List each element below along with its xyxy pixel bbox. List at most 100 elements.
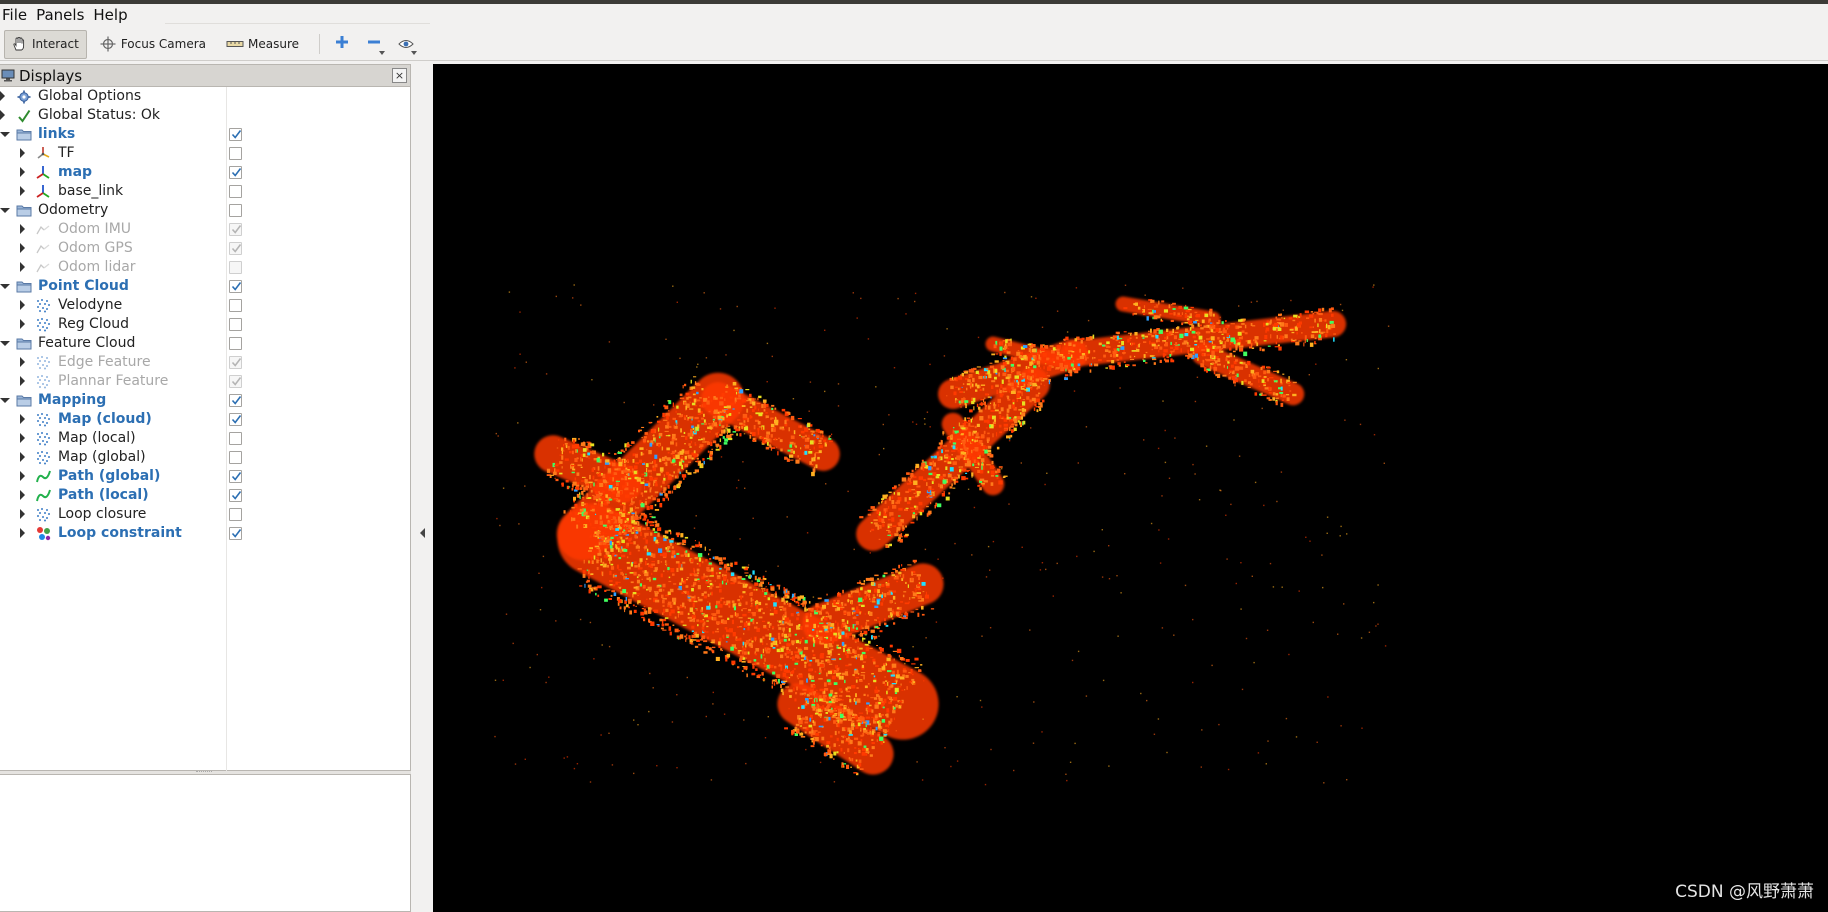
display-enable-checkbox[interactable] xyxy=(229,394,242,407)
expand-right-icon[interactable] xyxy=(20,262,25,272)
display-row-links[interactable]: links xyxy=(0,125,410,144)
display-row-odom-imu[interactable]: Odom IMU xyxy=(0,220,410,239)
display-enable-checkbox[interactable] xyxy=(229,527,242,540)
expand-down-icon[interactable] xyxy=(0,341,10,346)
expand-right-icon[interactable] xyxy=(20,319,25,329)
expand-right-icon[interactable] xyxy=(0,110,5,120)
menu-panels[interactable]: Panels xyxy=(34,6,91,24)
remove-tool-button[interactable] xyxy=(360,30,388,59)
pointcloud-icon xyxy=(35,373,52,390)
expand-right-icon[interactable] xyxy=(20,243,25,253)
display-row-feature-cloud[interactable]: Feature Cloud xyxy=(0,334,410,353)
display-row-odom-gps[interactable]: Odom GPS xyxy=(0,239,410,258)
expand-down-icon[interactable] xyxy=(0,284,10,289)
display-row-velodyne[interactable]: Velodyne xyxy=(0,296,410,315)
expand-right-icon[interactable] xyxy=(20,300,25,310)
3d-viewport[interactable]: CSDN @风野萧萧 xyxy=(433,64,1828,912)
display-enable-checkbox[interactable] xyxy=(229,280,242,293)
menu-file[interactable]: File xyxy=(0,6,34,24)
display-enable-checkbox[interactable] xyxy=(229,413,242,426)
pointcloud-icon xyxy=(35,506,52,523)
display-row-edge-feature[interactable]: Edge Feature xyxy=(0,353,410,372)
display-enable-checkbox[interactable] xyxy=(229,261,242,274)
display-label: links xyxy=(38,126,76,142)
display-enable-checkbox[interactable] xyxy=(229,242,242,255)
display-enable-checkbox[interactable] xyxy=(229,489,242,502)
display-row-mapping[interactable]: Mapping xyxy=(0,391,410,410)
splitter-grip xyxy=(196,771,212,773)
point-cloud-map xyxy=(494,284,1390,786)
expand-right-icon[interactable] xyxy=(20,490,25,500)
display-enable-checkbox[interactable] xyxy=(229,223,242,236)
expand-right-icon[interactable] xyxy=(20,376,25,386)
display-row-plannar-feature[interactable]: Plannar Feature xyxy=(0,372,410,391)
collapse-arrow-icon[interactable] xyxy=(420,528,425,538)
display-enable-checkbox[interactable] xyxy=(229,204,242,217)
expand-right-icon[interactable] xyxy=(20,357,25,367)
pointcloud-icon xyxy=(35,411,52,428)
expand-right-icon[interactable] xyxy=(20,224,25,234)
display-row-loop-closure[interactable]: Loop closure xyxy=(0,505,410,524)
expand-right-icon[interactable] xyxy=(20,509,25,519)
display-row-global-status-ok[interactable]: Global Status: Ok xyxy=(0,106,410,125)
view-tool-button[interactable] xyxy=(392,30,420,59)
path-icon xyxy=(35,468,52,485)
add-tool-button[interactable] xyxy=(328,30,356,59)
crosshair-icon xyxy=(99,35,117,53)
gear-icon xyxy=(15,88,32,105)
displays-tree: Global Options Global Status: Ok links TF ma… xyxy=(0,87,410,543)
display-enable-checkbox[interactable] xyxy=(229,375,242,388)
menu-divider xyxy=(165,23,430,24)
display-enable-checkbox[interactable] xyxy=(229,356,242,369)
expand-right-icon[interactable] xyxy=(20,186,25,196)
display-row-map-cloud[interactable]: Map (cloud) xyxy=(0,410,410,429)
display-row-odometry[interactable]: Odometry xyxy=(0,201,410,220)
expand-right-icon[interactable] xyxy=(20,471,25,481)
display-label: Loop closure xyxy=(58,506,147,522)
display-row-tf[interactable]: TF xyxy=(0,144,410,163)
display-row-point-cloud[interactable]: Point Cloud xyxy=(0,277,410,296)
display-enable-checkbox[interactable] xyxy=(229,451,242,464)
display-row-base-link[interactable]: base_link xyxy=(0,182,410,201)
display-label: Odom IMU xyxy=(58,221,132,237)
display-enable-checkbox[interactable] xyxy=(229,128,242,141)
interact-button[interactable]: Interact xyxy=(4,29,87,59)
display-row-map[interactable]: map xyxy=(0,163,410,182)
expand-down-icon[interactable] xyxy=(0,132,10,137)
toolbar: Interact Focus Camera Measure xyxy=(0,28,1828,61)
expand-right-icon[interactable] xyxy=(20,414,25,424)
viewport-splitter[interactable] xyxy=(411,64,433,912)
expand-down-icon[interactable] xyxy=(0,208,10,213)
display-row-loop-constraint[interactable]: Loop constraint xyxy=(0,524,410,543)
display-row-global-options[interactable]: Global Options xyxy=(0,87,410,106)
display-enable-checkbox[interactable] xyxy=(229,166,242,179)
display-row-path-global[interactable]: Path (global) xyxy=(0,467,410,486)
display-enable-checkbox[interactable] xyxy=(229,470,242,483)
expand-right-icon[interactable] xyxy=(0,91,5,101)
display-label: Global Options xyxy=(38,88,142,104)
display-row-path-local[interactable]: Path (local) xyxy=(0,486,410,505)
expand-right-icon[interactable] xyxy=(20,433,25,443)
display-enable-checkbox[interactable] xyxy=(229,147,242,160)
display-enable-checkbox[interactable] xyxy=(229,337,242,350)
display-row-odom-lidar[interactable]: Odom lidar xyxy=(0,258,410,277)
expand-right-icon[interactable] xyxy=(20,148,25,158)
expand-right-icon[interactable] xyxy=(20,528,25,538)
expand-right-icon[interactable] xyxy=(20,167,25,177)
folder-icon xyxy=(15,202,32,219)
display-enable-checkbox[interactable] xyxy=(229,299,242,312)
menu-help[interactable]: Help xyxy=(91,6,134,24)
display-enable-checkbox[interactable] xyxy=(229,508,242,521)
expand-right-icon[interactable] xyxy=(20,452,25,462)
display-enable-checkbox[interactable] xyxy=(229,185,242,198)
display-enable-checkbox[interactable] xyxy=(229,318,242,331)
display-enable-checkbox[interactable] xyxy=(229,432,242,445)
display-row-map-local[interactable]: Map (local) xyxy=(0,429,410,448)
focus-camera-button[interactable]: Focus Camera xyxy=(93,30,214,59)
display-row-reg-cloud[interactable]: Reg Cloud xyxy=(0,315,410,334)
measure-button[interactable]: Measure xyxy=(220,30,307,59)
display-label: Plannar Feature xyxy=(58,373,169,389)
close-panel-button[interactable]: × xyxy=(392,68,407,83)
expand-down-icon[interactable] xyxy=(0,398,10,403)
display-row-map-global[interactable]: Map (global) xyxy=(0,448,410,467)
